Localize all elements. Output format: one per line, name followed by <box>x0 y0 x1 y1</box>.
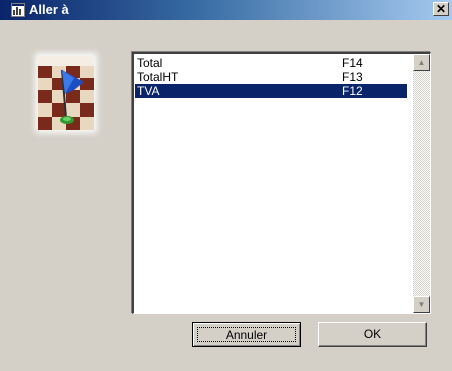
list-item-selected[interactable]: TVA F12 <box>135 84 407 98</box>
window-title: Aller à <box>29 2 69 17</box>
scroll-down-arrow-icon: ▼ <box>417 300 426 309</box>
item-name: TVA <box>137 84 160 98</box>
close-icon: ✕ <box>435 2 447 16</box>
ok-button[interactable]: OK <box>318 322 427 347</box>
goto-listbox[interactable]: Total F14 TotalHT F13 TVA F12 ▲ ▼ <box>132 52 431 314</box>
item-shortcut: F12 <box>342 84 363 98</box>
cancel-button-label: Annuler <box>197 327 296 342</box>
list-item[interactable]: TotalHT F13 <box>135 70 407 84</box>
item-name: TotalHT <box>137 70 179 84</box>
list-items: Total F14 TotalHT F13 TVA F12 <box>135 56 407 98</box>
item-shortcut: F13 <box>342 70 363 84</box>
cancel-button[interactable]: Annuler <box>192 322 301 347</box>
item-shortcut: F14 <box>342 56 363 70</box>
scroll-up-button[interactable]: ▲ <box>413 54 430 71</box>
app-window-icon <box>11 3 25 17</box>
scroll-down-button[interactable]: ▼ <box>413 296 430 313</box>
item-name: Total <box>137 56 163 70</box>
title-bar[interactable]: Aller à ✕ <box>0 0 452 20</box>
goto-dialog: Aller à ✕ Total F14 TotalHT F13 TVA F12 … <box>0 0 452 371</box>
vertical-scrollbar[interactable]: ▲ ▼ <box>413 54 430 313</box>
scroll-up-arrow-icon: ▲ <box>417 58 426 67</box>
chess-flag-icon <box>38 56 94 130</box>
list-item[interactable]: Total F14 <box>135 56 407 70</box>
close-button[interactable]: ✕ <box>433 2 449 16</box>
